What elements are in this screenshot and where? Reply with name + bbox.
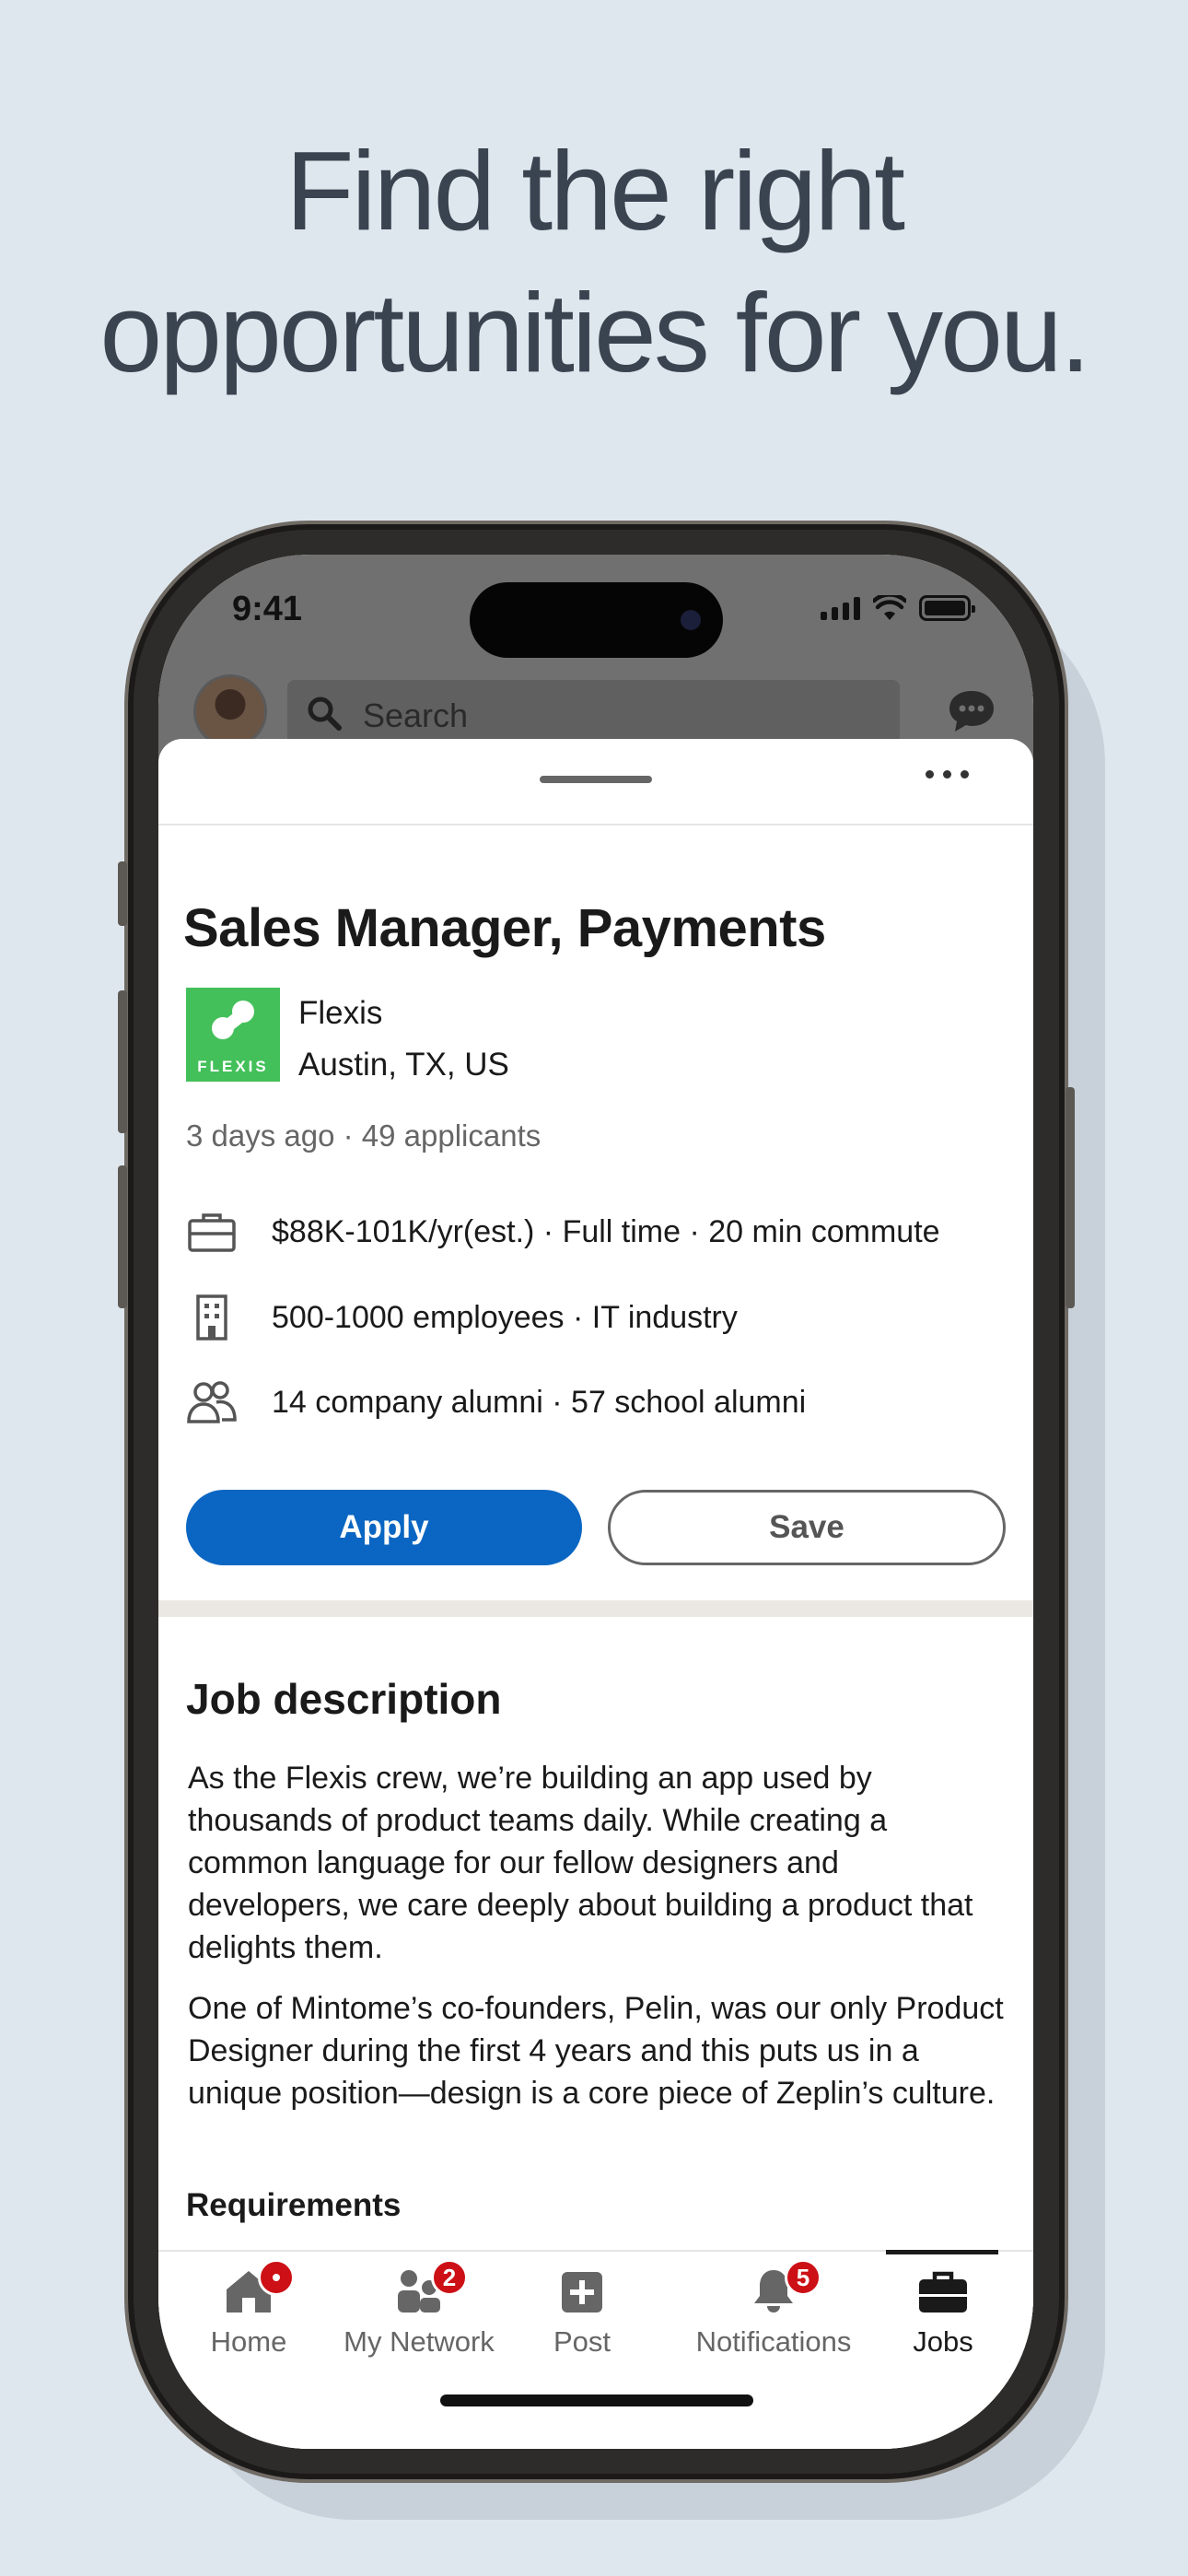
status-icons <box>821 595 975 621</box>
briefcase-icon <box>188 1213 236 1252</box>
section-separator <box>158 1600 1033 1617</box>
cellular-signal-icon <box>821 596 860 620</box>
company-logo-text: FLEXIS <box>197 1058 269 1075</box>
requirements-heading: Requirements <box>186 2187 402 2223</box>
jobs-icon <box>919 2271 967 2313</box>
tab-label: Jobs <box>913 2325 973 2358</box>
detail-row-alumni: 14 company alumni · 57 school alumni <box>184 1375 806 1430</box>
detail-text: 14 company alumni · 57 school alumni <box>272 1384 807 1420</box>
tab-jobs[interactable]: Jobs <box>860 2263 1026 2359</box>
save-button[interactable]: Save <box>608 1490 1006 1565</box>
job-title: Sales Manager, Payments <box>183 898 826 958</box>
tab-label: Notifications <box>695 2325 852 2358</box>
notification-dot-badge <box>258 2259 295 2296</box>
sheet-grabber[interactable] <box>540 776 652 783</box>
headline-line-1: Find the right <box>285 128 905 253</box>
job-detail-sheet: Sales Manager, Payments FLEXIS Flexis Au… <box>158 739 1033 2449</box>
bottom-tab-bar: Home 2 My Network Post 5 Notifications J… <box>158 2250 1033 2449</box>
dynamic-island <box>470 582 723 658</box>
detail-row-company-size: 500-1000 employees · IT industry <box>184 1290 738 1345</box>
phone-power-button <box>1066 1087 1075 1308</box>
divider <box>158 824 1033 825</box>
phone-silent-switch <box>118 861 127 926</box>
notifications-count-badge: 5 <box>785 2259 821 2296</box>
wifi-icon <box>873 595 906 620</box>
description-paragraph: One of Mintome’s co-founders, Pelin, was… <box>188 1991 1004 2111</box>
messaging-icon[interactable] <box>946 687 997 735</box>
network-count-badge: 2 <box>431 2259 468 2296</box>
building-icon <box>196 1294 227 1341</box>
more-options-icon[interactable] <box>926 770 969 779</box>
search-placeholder: Search <box>363 697 469 734</box>
post-icon <box>562 2272 602 2313</box>
search-icon <box>308 697 342 731</box>
company-logo[interactable]: FLEXIS <box>186 988 280 1082</box>
background-app-dimmed: 9:41 Search <box>158 555 1033 767</box>
tab-my-network[interactable]: 2 My Network <box>336 2259 502 2359</box>
people-icon <box>187 1381 237 1423</box>
active-tab-indicator <box>886 2250 998 2254</box>
apply-button[interactable]: Apply <box>186 1490 582 1565</box>
tab-home[interactable]: Home <box>166 2259 332 2359</box>
phone-volume-down <box>118 1165 127 1308</box>
search-bar[interactable]: Search <box>287 680 900 744</box>
detail-text: 500-1000 employees · IT industry <box>272 1299 738 1335</box>
job-description-title: Job description <box>186 1675 502 1723</box>
detail-text: $88K-101K/yr(est.) · Full time · 20 min … <box>272 1213 940 1249</box>
app-header: Search <box>158 674 1033 748</box>
tab-label: Home <box>210 2325 287 2358</box>
headline: Find the right opportunities for you. <box>0 120 1188 404</box>
avatar[interactable] <box>193 674 267 748</box>
description-paragraph: As the Flexis crew, we’re building an ap… <box>188 1761 973 1965</box>
job-location: Austin, TX, US <box>298 1047 509 1083</box>
headline-line-2: opportunities for you. <box>99 270 1090 395</box>
phone-screen: 9:41 Search Sales Manager, Payments FLEX… <box>158 555 1033 2449</box>
status-time: 9:41 <box>232 590 303 628</box>
home-indicator[interactable] <box>440 2395 753 2406</box>
posting-meta: 3 days ago · 49 applicants <box>186 1118 542 1153</box>
battery-icon <box>919 595 975 621</box>
camera-icon <box>681 610 701 630</box>
tab-label: My Network <box>344 2325 495 2358</box>
tab-post[interactable]: Post <box>499 2263 665 2359</box>
detail-row-salary: $88K-101K/yr(est.) · Full time · 20 min … <box>184 1204 940 1259</box>
status-bar: 9:41 <box>158 582 1033 658</box>
company-name[interactable]: Flexis <box>298 995 382 1032</box>
tab-label: Post <box>553 2325 611 2358</box>
tab-notifications[interactable]: 5 Notifications <box>681 2259 866 2359</box>
company-logo-mark <box>212 1001 254 1039</box>
phone-volume-up <box>118 990 127 1133</box>
